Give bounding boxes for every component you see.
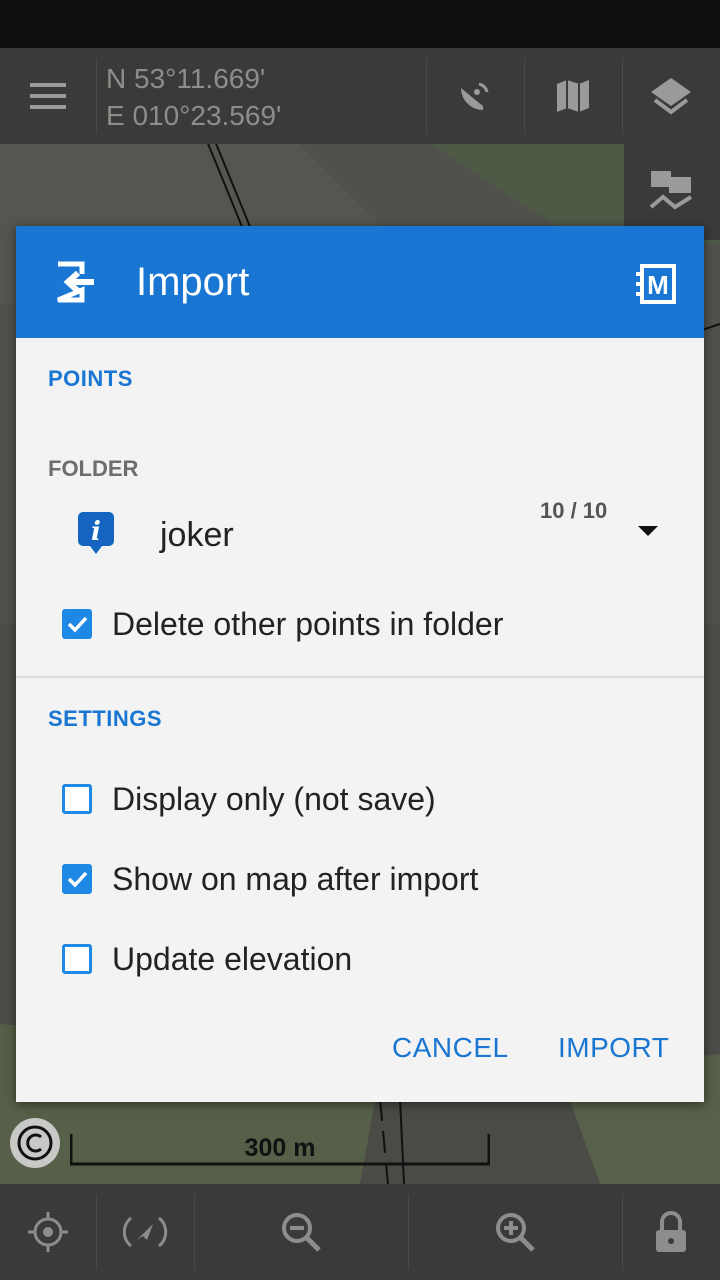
- info-folder-icon: i: [78, 512, 114, 554]
- coordinates-readout[interactable]: N 53°11.669' E 010°23.569': [106, 60, 281, 134]
- dialog-title: Import: [136, 260, 250, 304]
- layers-button[interactable]: [622, 48, 720, 144]
- update-elevation-checkbox-row[interactable]: Update elevation: [62, 935, 352, 983]
- svg-text:i: i: [91, 517, 101, 547]
- delete-other-label: Delete other points in folder: [112, 605, 504, 642]
- menu-button[interactable]: [0, 48, 96, 144]
- import-icon: [57, 261, 94, 303]
- lock-button[interactable]: [622, 1184, 720, 1280]
- display-only-label: Display only (not save): [112, 780, 436, 817]
- gps-button[interactable]: [0, 1184, 96, 1280]
- scale-bar: 300 m: [70, 1134, 490, 1166]
- delete-other-checkbox[interactable]: [62, 609, 92, 639]
- update-elevation-label: Update elevation: [112, 940, 353, 977]
- satellite-icon: [461, 82, 489, 110]
- points-section-title: POINTS: [48, 366, 133, 391]
- copyright-button[interactable]: [10, 1118, 60, 1168]
- zoom-in-icon: [496, 1213, 535, 1252]
- rotate-icon: [122, 1216, 168, 1248]
- layers-icon: [651, 78, 691, 115]
- notebook-icon[interactable]: M: [634, 262, 678, 306]
- satellite-button[interactable]: [426, 48, 524, 144]
- dialog-header: Import M: [16, 226, 704, 338]
- check-icon: [67, 871, 88, 888]
- import-button[interactable]: IMPORT: [558, 1032, 669, 1064]
- latitude-text: N 53°11.669': [106, 63, 266, 94]
- update-elevation-checkbox[interactable]: [62, 944, 92, 974]
- map-button[interactable]: [524, 48, 622, 144]
- svg-text:M: M: [647, 270, 669, 300]
- map-items-icon: [649, 171, 693, 210]
- copyright-icon: [17, 1125, 53, 1161]
- lock-icon: [656, 1211, 686, 1252]
- import-dialog: Import M POINTS FOLDER i joker 10 / 10 D…: [16, 226, 704, 1102]
- show-on-map-checkbox[interactable]: [62, 864, 92, 894]
- scale-label: 300 m: [244, 1134, 316, 1162]
- show-on-map-checkbox-row[interactable]: Show on map after import: [62, 855, 478, 903]
- dropdown-arrow-icon[interactable]: [636, 522, 660, 542]
- top-app-bar: N 53°11.669' E 010°23.569': [0, 48, 720, 144]
- settings-section-title: SETTINGS: [48, 706, 163, 731]
- folder-select[interactable]: joker: [160, 516, 234, 555]
- zoom-out-button[interactable]: [194, 1184, 408, 1280]
- zoom-in-button[interactable]: [408, 1184, 622, 1280]
- zoom-out-icon: [282, 1213, 321, 1252]
- rotate-button[interactable]: [96, 1184, 194, 1280]
- display-only-checkbox[interactable]: [62, 784, 92, 814]
- folder-label: FOLDER: [48, 456, 139, 481]
- map-icon: [557, 80, 589, 112]
- bottom-toolbar: [0, 1184, 720, 1280]
- show-on-map-label: Show on map after import: [112, 860, 479, 897]
- delete-other-checkbox-row[interactable]: Delete other points in folder: [62, 600, 503, 648]
- section-divider: [16, 676, 704, 678]
- cancel-button[interactable]: CANCEL: [392, 1032, 509, 1064]
- menu-icon: [30, 83, 66, 109]
- longitude-text: E 010°23.569': [106, 100, 282, 131]
- folder-count: 10 / 10: [540, 498, 608, 523]
- check-icon: [67, 616, 88, 633]
- display-only-checkbox-row[interactable]: Display only (not save): [62, 775, 436, 823]
- status-bar: [0, 0, 720, 48]
- gps-icon: [28, 1212, 68, 1252]
